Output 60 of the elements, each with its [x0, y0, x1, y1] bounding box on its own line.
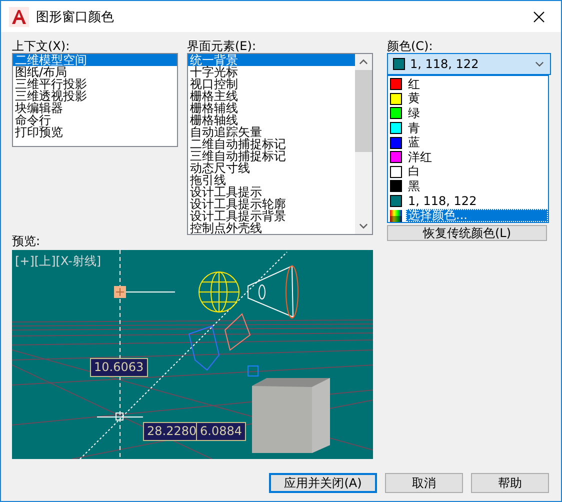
preview-label: 预览: [12, 234, 42, 248]
scroll-up-icon[interactable] [359, 59, 368, 65]
palette-icon [390, 210, 402, 222]
restore-button[interactable]: 恢复传统颜色(L) [387, 225, 547, 241]
context-item[interactable]: 图纸/布局 [13, 66, 177, 78]
color-option[interactable]: 蓝 [388, 135, 548, 150]
color-option[interactable]: 1, 118, 122 [388, 194, 548, 208]
snap-marker-icon [248, 366, 258, 376]
dialog-button[interactable]: 取消 [385, 473, 463, 493]
crosshair-drawing [96, 412, 144, 420]
element-item[interactable]: 十字光标 [188, 66, 355, 78]
scroll-down-icon[interactable] [359, 223, 368, 229]
dimension-readout: 6.0884 [196, 422, 246, 441]
close-icon[interactable] [533, 10, 545, 22]
element-item[interactable]: 三维自动捕捉标记 [188, 150, 355, 162]
context-item[interactable]: 命令行 [13, 114, 177, 126]
context-item[interactable]: 二维模型空间 [13, 54, 177, 66]
element-item[interactable]: 视口控制 [188, 78, 355, 90]
elements-label: 界面元素(E): [187, 39, 257, 53]
element-item[interactable]: 栅格辅线 [188, 102, 355, 114]
grip-drawing [114, 286, 176, 298]
element-item[interactable]: 设计工具提示 [188, 186, 355, 198]
element-item[interactable]: 设计工具提示轮廓 [188, 198, 355, 210]
context-item[interactable]: 三维平行投影 [13, 78, 177, 90]
color-option[interactable]: 洋红 [388, 150, 548, 165]
scrollbar[interactable] [355, 54, 372, 234]
element-item[interactable]: 动态尺寸线 [188, 162, 355, 174]
color-option[interactable]: 青 [388, 120, 548, 136]
color-option[interactable]: 黄 [388, 92, 548, 106]
dialog-button[interactable]: 应用并关闭(A) [269, 473, 377, 493]
elements-list[interactable]: 统一背景 十字光标 视口控制 栅格主线 栅格辅线 栅格轴线 自动追踪矢量 二维自动捕捉标记 三维自动捕捉标记 动态尺寸线 拖引线 设计工具提示 设计工具提示轮廓 设计工具提示背景 控制点外壳线 [187, 53, 373, 235]
color-option[interactable]: 红 [388, 77, 548, 92]
color-value: 1, 118, 122 [410, 57, 480, 71]
sphere-drawing [198, 272, 240, 312]
context-item[interactable]: 打印预览 [13, 126, 177, 138]
element-item[interactable]: 二维自动捕捉标记 [188, 138, 355, 150]
context-list[interactable]: 二维模型空间 图纸/布局 三维平行投影 三维透视投影 块编辑器 命令行 打印预览 [12, 53, 178, 147]
color-option[interactable]: 绿 [388, 106, 548, 121]
context-item[interactable]: 块编辑器 [13, 102, 177, 114]
element-item[interactable]: 拖引线 [188, 174, 355, 186]
cone-drawing [248, 265, 298, 318]
app-logo-icon [9, 6, 29, 26]
color-option[interactable]: 黑 [388, 179, 548, 194]
color-option[interactable]: 白 [388, 164, 548, 180]
camera-drawing [188, 313, 251, 371]
element-item[interactable]: 控制点外壳线 [188, 222, 355, 234]
context-item[interactable]: 三维透视投影 [13, 90, 177, 102]
element-item[interactable]: 栅格轴线 [188, 114, 355, 126]
window-title: 图形窗口颜色 [36, 8, 115, 26]
viewport-label[interactable]: [+][上][X-射线] [15, 253, 102, 270]
dimension-readout: 10.6063 [90, 358, 148, 377]
element-item[interactable]: 自动追踪矢量 [188, 126, 355, 138]
color-dropdown[interactable]: 1, 118, 122 [387, 53, 551, 75]
color-label: 颜色(C): [387, 39, 434, 53]
element-item[interactable]: 统一背景 [188, 54, 355, 66]
context-label: 上下文(X): [12, 39, 71, 53]
dialog-button[interactable]: 帮助 [471, 473, 549, 493]
element-item[interactable]: 设计工具提示背景 [188, 210, 355, 222]
chevron-down-icon [535, 61, 544, 67]
element-item[interactable]: 栅格主线 [188, 90, 355, 102]
